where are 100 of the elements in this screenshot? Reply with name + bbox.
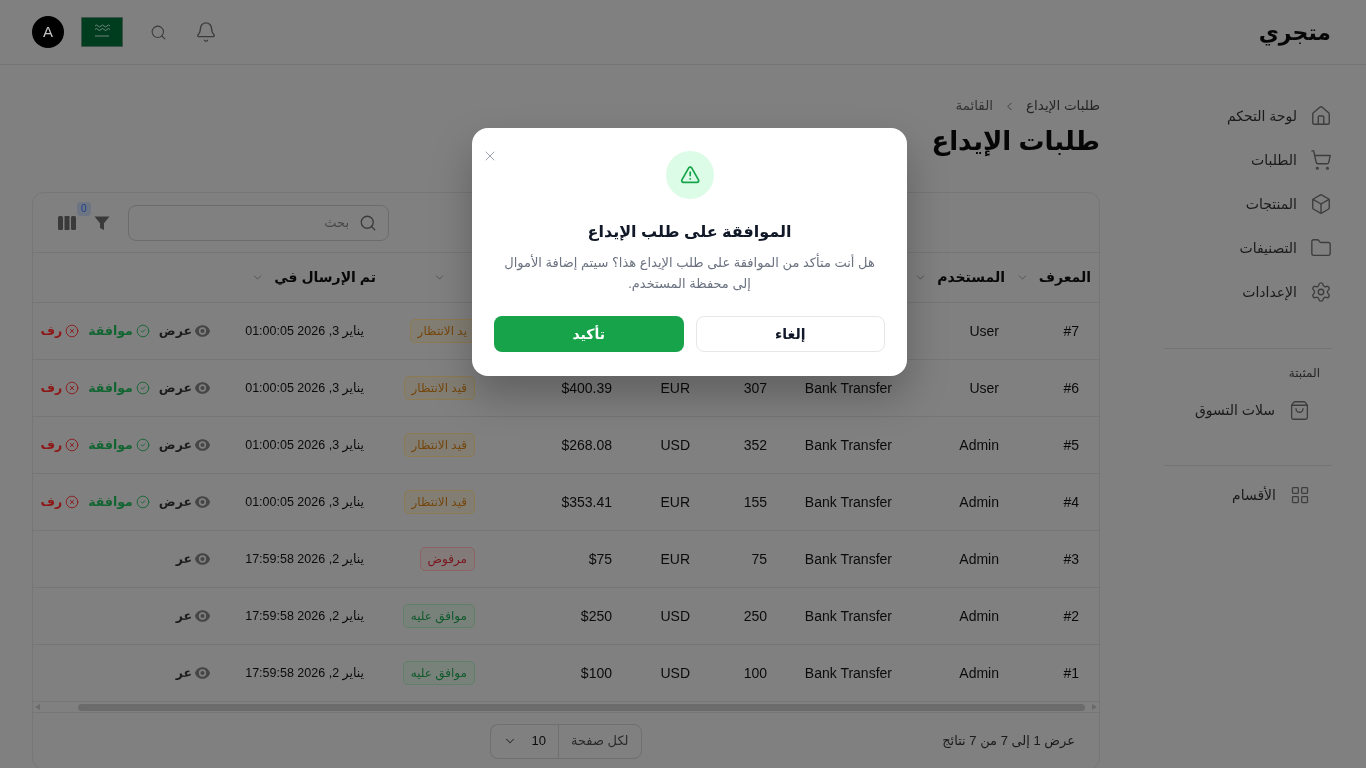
table-cell-text: $268.08	[561, 435, 612, 455]
page-title: طلبات الإيداع	[931, 125, 1100, 158]
status-badge: موافق عليه	[402, 661, 475, 685]
status-badge: يد الانتظار	[409, 319, 475, 343]
breadcrumb-current: القائمة	[955, 96, 994, 115]
shopping-bag-icon	[1289, 399, 1310, 421]
sidebar-item[interactable]: المنتجات	[1245, 182, 1332, 226]
table-cell-text: $400.39	[561, 378, 612, 398]
table-cell-text: $75	[588, 549, 612, 569]
status-badge: قيد الانتظار	[403, 433, 475, 457]
grid-icon	[1290, 485, 1310, 505]
table-cell-text: 100	[743, 663, 767, 683]
view-button[interactable]: عرض	[158, 378, 210, 398]
view-button[interactable]: عر	[175, 606, 210, 626]
sidebar-item[interactable]: سلات التسوق	[1194, 388, 1310, 432]
table-cell-text: #1	[1063, 663, 1079, 683]
filter-count-badge: 0	[77, 201, 91, 216]
table-cell-text: $100	[580, 663, 612, 683]
reject-button[interactable]: رف	[40, 378, 80, 398]
columns-icon[interactable]	[58, 215, 76, 230]
table-cell-text: Bank Transfer	[804, 492, 892, 512]
user-avatar[interactable]: A	[32, 16, 64, 48]
x-circle-icon	[65, 438, 80, 452]
sidebar-item[interactable]: الأقسام	[1232, 473, 1310, 517]
table-cell-text: Admin	[959, 435, 999, 455]
reject-button[interactable]: رف	[40, 321, 80, 341]
view-button[interactable]: عرض	[158, 321, 210, 341]
table-cell-text: يناير 2, 2026 17:59:58	[245, 607, 364, 626]
column-header[interactable]: المعرف	[1015, 267, 1091, 288]
table-cell-text: #7	[1063, 321, 1079, 341]
eye-icon	[195, 553, 210, 565]
box-icon	[1310, 193, 1332, 215]
eye-icon	[195, 610, 210, 622]
status-badge: مرفوض	[419, 547, 475, 571]
settings-icon	[1310, 281, 1332, 303]
view-button[interactable]: عر	[175, 549, 210, 569]
table-cell-text: #3	[1063, 549, 1079, 569]
filter-icon[interactable]	[94, 214, 110, 231]
view-button[interactable]: عرض	[158, 435, 210, 455]
sidebar-item[interactable]: لوحة التحكم	[1227, 94, 1332, 138]
sidebar-item[interactable]: التصنيفات	[1239, 226, 1332, 270]
view-button[interactable]: عرض	[158, 492, 210, 512]
eye-icon	[195, 439, 210, 451]
cart-icon	[1310, 149, 1332, 171]
table-cell-text: يناير 2, 2026 17:59:58	[245, 550, 364, 569]
search-field[interactable]: بحث	[128, 204, 389, 241]
table-cell-text: #5	[1063, 435, 1079, 455]
reject-button[interactable]: رف	[40, 492, 80, 512]
table-cell-text: $353.41	[561, 492, 612, 512]
view-button[interactable]: عر	[175, 663, 210, 683]
status-badge: قيد الانتظار	[403, 376, 475, 400]
table-cell-text: USD	[660, 435, 690, 455]
page-size-select[interactable]: 10	[490, 723, 558, 759]
table-cell-text: 75	[751, 549, 767, 569]
section-heading: المثبتة	[1288, 366, 1320, 380]
table-cell-text: #2	[1063, 606, 1079, 626]
table-cell-text: 250	[743, 606, 767, 626]
table-cell-text: Admin	[959, 549, 999, 569]
table-cell-text: Bank Transfer	[804, 435, 892, 455]
check-circle-icon	[135, 324, 150, 338]
bell-icon[interactable]	[195, 21, 217, 43]
table-cell-text: #4	[1063, 492, 1079, 512]
folder-icon	[1310, 237, 1332, 259]
check-circle-icon	[135, 495, 150, 509]
reject-button[interactable]: رف	[40, 435, 80, 455]
table-cell-text: Admin	[959, 663, 999, 683]
search-icon	[359, 213, 377, 232]
search-icon[interactable]	[150, 23, 167, 41]
table-cell-text: يناير 2, 2026 17:59:58	[245, 664, 364, 683]
table-cell-text: Admin	[959, 606, 999, 626]
warning-icon	[665, 151, 714, 199]
column-header[interactable]: المستخدم	[914, 267, 1005, 288]
eye-icon	[195, 325, 210, 337]
table-cell-text: EUR	[660, 549, 690, 569]
table-cell-text: Bank Transfer	[804, 606, 892, 626]
check-circle-icon	[135, 381, 150, 395]
breadcrumb-link[interactable]: طلبات الإيداع	[1026, 95, 1100, 117]
table-cell-text: يناير 3, 2026 01:00:05	[245, 379, 364, 398]
x-circle-icon	[65, 381, 80, 395]
table-cell-text: يناير 3, 2026 01:00:05	[245, 493, 364, 512]
cancel-button[interactable]: إلغاء	[695, 316, 885, 352]
table-cell-text: $250	[580, 606, 612, 626]
table-cell-text: 352	[743, 435, 767, 455]
sidebar-item[interactable]: الطلبات	[1251, 138, 1332, 182]
table-cell-text: USD	[660, 606, 690, 626]
table-cell-text: Bank Transfer	[804, 378, 892, 398]
status-badge: قيد الانتظار	[403, 490, 475, 514]
status-badge: موافق عليه	[402, 604, 475, 628]
table-cell-text: EUR	[660, 378, 690, 398]
table-cell-text: Bank Transfer	[804, 549, 892, 569]
table-cell-text: User	[969, 378, 999, 398]
flag-icon[interactable]	[81, 17, 123, 47]
sidebar-item[interactable]: الإعدادات	[1242, 270, 1332, 314]
table-cell-text: #6	[1063, 378, 1079, 398]
eye-icon	[195, 382, 210, 394]
column-header[interactable]: تم الإرسال في	[251, 267, 376, 288]
table-cell-text: 155	[743, 492, 767, 512]
per-page-label: لكل صفحة	[557, 723, 642, 759]
confirm-button[interactable]: تأكيد	[494, 316, 684, 352]
eye-icon	[195, 496, 210, 508]
